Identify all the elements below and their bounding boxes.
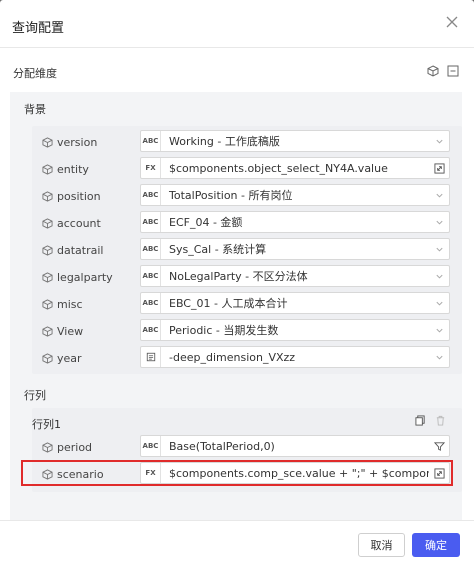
param-label: version: [57, 136, 98, 149]
close-icon[interactable]: [444, 14, 460, 30]
chevron-down-icon[interactable]: [429, 137, 449, 146]
chevron-down-icon[interactable]: [429, 326, 449, 335]
param-value-field[interactable]: ABC EBC_01 - 人工成本合计: [140, 292, 450, 314]
param-label: misc: [57, 298, 83, 311]
param-value: TotalPosition - 所有岗位: [169, 189, 293, 202]
filter-icon[interactable]: [429, 441, 449, 452]
param-name: year: [42, 352, 82, 365]
param-value-field[interactable]: -deep_dimension_VXzz: [140, 346, 450, 368]
dialog-footer: 取消 确定: [0, 520, 474, 566]
param-row-year: year -deep_dimension_VXzz: [32, 346, 462, 371]
param-row-version: version ABC Working - 工作底稿版: [32, 130, 462, 155]
cube-icon: [42, 191, 53, 202]
chevron-down-icon[interactable]: [429, 245, 449, 254]
param-label: entity: [57, 163, 89, 176]
list-icon[interactable]: [141, 347, 161, 367]
param-value: EBC_01 - 人工成本合计: [169, 297, 288, 310]
param-value: ECF_04 - 金额: [169, 216, 243, 229]
param-name: legalparty: [42, 271, 113, 284]
value-type-tag[interactable]: ABC: [141, 131, 161, 151]
query-config-dialog: 查询配置 分配维度 背景 version ABC Working - 工作底稿版 en…: [0, 0, 474, 566]
param-row-view: View ABC Periodic - 当期发生数: [32, 319, 462, 344]
expand-icon[interactable]: [429, 162, 449, 174]
param-label: position: [57, 190, 101, 203]
param-row-entity: entity FX $components.object_select_NY4A.v…: [32, 157, 462, 182]
param-label: View: [57, 325, 84, 338]
param-value: Base(TotalPeriod,0): [169, 439, 275, 453]
param-name: account: [42, 217, 101, 230]
param-label: period: [57, 441, 93, 454]
background-panel: version ABC Working - 工作底稿版 entity FX $compon…: [32, 126, 462, 374]
cube-icon: [42, 137, 53, 148]
param-value: Sys_Cal - 系统计算: [169, 243, 267, 256]
chevron-down-icon[interactable]: [429, 299, 449, 308]
dialog-header: 查询配置: [0, 0, 474, 48]
param-row-datatrail: datatrail ABC Sys_Cal - 系统计算: [32, 238, 462, 263]
cube-icon: [42, 442, 53, 453]
cube-icon: [42, 299, 53, 310]
rowcol-group-label: 行列: [24, 389, 46, 402]
value-type-tag[interactable]: ABC: [141, 293, 161, 313]
value-type-tag[interactable]: ABC: [141, 266, 161, 286]
value-type-tag[interactable]: ABC: [141, 320, 161, 340]
param-label: year: [57, 352, 82, 365]
cube-icon: [42, 326, 53, 337]
param-value-field[interactable]: FX $components.object_select_NY4A.value: [140, 157, 450, 179]
param-name: period: [42, 441, 92, 454]
param-name: datatrail: [42, 244, 103, 257]
param-value: $components.object_select_NY4A.value: [169, 161, 388, 175]
param-value: -deep_dimension_VXzz: [169, 350, 296, 364]
cube-settings-icon[interactable]: [427, 65, 439, 77]
config-body: 背景 version ABC Working - 工作底稿版 entity FX $com…: [10, 92, 462, 520]
value-type-tag[interactable]: FX: [141, 158, 161, 178]
background-group-label: 背景: [24, 103, 46, 116]
scenario-row-highlight: [21, 460, 453, 486]
section-title: 分配维度: [13, 67, 57, 80]
cancel-button[interactable]: 取消: [358, 533, 405, 557]
delete-icon[interactable]: [435, 415, 446, 429]
cube-icon: [42, 218, 53, 229]
ok-button[interactable]: 确定: [412, 533, 460, 557]
cube-icon: [42, 353, 53, 364]
param-name: misc: [42, 298, 83, 311]
param-value: NoLegalParty - 不区分法体: [169, 270, 308, 283]
value-type-tag[interactable]: ABC: [141, 239, 161, 259]
param-label: legalparty: [57, 271, 113, 284]
param-row-position: position ABC TotalPosition - 所有岗位: [32, 184, 462, 209]
cube-icon: [42, 272, 53, 283]
param-value-field[interactable]: ABC Base(TotalPeriod,0): [140, 435, 450, 457]
dialog-title: 查询配置: [12, 21, 65, 36]
param-value-field[interactable]: ABC NoLegalParty - 不区分法体: [140, 265, 450, 287]
chevron-down-icon[interactable]: [429, 353, 449, 362]
param-label: account: [57, 217, 101, 230]
param-name: View: [42, 325, 83, 338]
collapse-icon[interactable]: [447, 65, 459, 77]
cube-icon: [42, 245, 53, 256]
chevron-down-icon[interactable]: [429, 272, 449, 281]
value-type-tag[interactable]: ABC: [141, 436, 161, 456]
section-tools: [427, 65, 459, 77]
value-type-tag[interactable]: ABC: [141, 185, 161, 205]
cube-icon: [42, 164, 53, 175]
chevron-down-icon[interactable]: [429, 218, 449, 227]
param-value: Periodic - 当期发生数: [169, 324, 279, 337]
param-row-period: period ABC Base(TotalPeriod,0): [32, 435, 462, 460]
param-value-field[interactable]: ABC ECF_04 - 金额: [140, 211, 450, 233]
param-name: position: [42, 190, 101, 203]
chevron-down-icon[interactable]: [429, 191, 449, 200]
param-value: Working - 工作底稿版: [169, 135, 280, 148]
param-value-field[interactable]: ABC Sys_Cal - 系统计算: [140, 238, 450, 260]
param-row-account: account ABC ECF_04 - 金额: [32, 211, 462, 236]
param-label: datatrail: [57, 244, 104, 257]
param-value-field[interactable]: ABC Periodic - 当期发生数: [140, 319, 450, 341]
param-value-field[interactable]: ABC TotalPosition - 所有岗位: [140, 184, 450, 206]
param-value-field[interactable]: ABC Working - 工作底稿版: [140, 130, 450, 152]
rowcol-sub-label: 行列1: [32, 418, 61, 431]
copy-icon[interactable]: [415, 415, 426, 429]
param-row-legalparty: legalparty ABC NoLegalParty - 不区分法体: [32, 265, 462, 290]
param-name: entity: [42, 163, 89, 176]
param-name: version: [42, 136, 97, 149]
value-type-tag[interactable]: ABC: [141, 212, 161, 232]
param-row-misc: misc ABC EBC_01 - 人工成本合计: [32, 292, 462, 317]
